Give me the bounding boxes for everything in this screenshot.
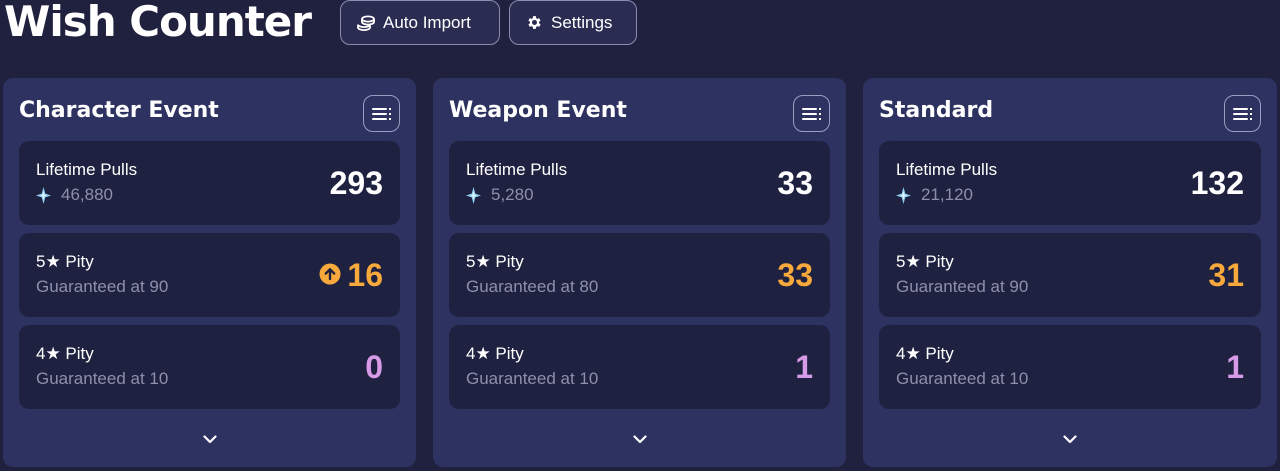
expand-button[interactable] [1058, 427, 1082, 451]
banner-menu-button[interactable] [793, 95, 830, 132]
expand-button[interactable] [628, 427, 652, 451]
expand-button[interactable] [198, 427, 222, 451]
chevron-down-icon [632, 434, 647, 443]
list-menu-icon [1233, 107, 1252, 120]
five-star-guarantee: Guaranteed at 80 [466, 277, 598, 297]
banner-panel-standard: Standard Lifetime Pulls 21,120 132 5★ Pi… [863, 78, 1277, 467]
header: Wish Counter Auto Import Settings [0, 0, 1280, 48]
auto-import-button[interactable]: Auto Import [340, 0, 500, 45]
four-star-pity-card: 4★ Pity Guaranteed at 10 1 [879, 325, 1261, 409]
five-star-pity-label: 5★ Pity [36, 252, 94, 271]
four-star-pity-label: 4★ Pity [896, 344, 954, 363]
five-star-guarantee: Guaranteed at 90 [36, 277, 168, 297]
panel-title: Character Event [19, 98, 219, 123]
primogem-total: 46,880 [36, 185, 113, 205]
primogem-total: 5,280 [466, 185, 534, 205]
primogem-sparkle-icon [466, 186, 481, 204]
chevron-down-icon [1063, 434, 1077, 443]
banner-panel-character-event: Character Event Lifetime Pulls 46,880 29… [3, 78, 416, 467]
primogem-sparkle-icon [36, 186, 51, 204]
five-star-pity-value: 16 [347, 257, 383, 293]
four-star-guarantee-text: Guaranteed at 10 [466, 369, 599, 388]
panel-title: Standard [879, 98, 994, 123]
gear-icon [528, 16, 541, 29]
four-star-guarantee: Guaranteed at 10 [466, 369, 598, 389]
arrow-up-circle-icon[interactable] [319, 263, 341, 285]
primogem-sparkle-icon [896, 186, 911, 204]
lifetime-pulls-label: Lifetime Pulls [466, 160, 568, 179]
five-star-pity-label: 5★ Pity [466, 252, 524, 271]
five-star-guarantee-text: Guaranteed at 80 [466, 277, 599, 296]
lifetime-pulls-label: Lifetime Pulls [896, 160, 998, 179]
lifetime-pulls-label: Lifetime Pulls [36, 160, 138, 179]
four-star-pity-card: 4★ Pity Guaranteed at 10 1 [449, 325, 830, 409]
four-star-guarantee-text: Guaranteed at 10 [896, 369, 1029, 388]
list-menu-icon [372, 107, 391, 120]
list-menu-icon [802, 107, 821, 120]
settings-label: Settings [551, 12, 613, 32]
primogem-amount: 5,280 [491, 185, 534, 204]
four-star-guarantee: Guaranteed at 10 [36, 369, 168, 389]
five-star-pity-card: 5★ Pity Guaranteed at 80 33 [449, 233, 830, 317]
four-star-pity-card: 4★ Pity Guaranteed at 10 0 [19, 325, 400, 409]
five-star-pity-value: 31 [1208, 257, 1244, 293]
four-star-pity-value: 1 [1226, 349, 1244, 385]
settings-button[interactable]: Settings [509, 0, 637, 45]
four-star-pity-value: 0 [365, 349, 383, 385]
five-star-guarantee: Guaranteed at 90 [896, 277, 1028, 297]
five-star-guarantee-text: Guaranteed at 90 [36, 277, 169, 296]
lifetime-pulls-value: 33 [777, 165, 813, 201]
auto-import-label: Auto Import [383, 12, 471, 32]
four-star-guarantee-text: Guaranteed at 10 [36, 369, 169, 388]
wish-counter-page: Wish Counter Auto Import Settings Charac… [0, 0, 1280, 471]
five-star-pity-card: 5★ Pity Guaranteed at 90 31 [879, 233, 1261, 317]
primogem-amount: 21,120 [921, 185, 973, 204]
five-star-pity-card: 5★ Pity Guaranteed at 90 16 [19, 233, 400, 317]
five-star-pity-label: 5★ Pity [896, 252, 954, 271]
primogem-total: 21,120 [896, 185, 973, 205]
chevron-down-icon [202, 434, 217, 443]
four-star-guarantee: Guaranteed at 10 [896, 369, 1028, 389]
lifetime-pulls-value: 293 [329, 165, 383, 201]
four-star-pity-value: 1 [795, 349, 813, 385]
banner-menu-button[interactable] [363, 95, 400, 132]
panel-title: Weapon Event [449, 98, 627, 123]
five-star-guarantee-text: Guaranteed at 90 [896, 277, 1029, 296]
coins-stack-icon [357, 15, 375, 31]
banner-menu-button[interactable] [1224, 95, 1261, 132]
app-title: Wish Counter [4, 0, 312, 46]
banner-panel-weapon-event: Weapon Event Lifetime Pulls 5,280 33 5★ … [433, 78, 846, 467]
lifetime-pulls-card: Lifetime Pulls 46,880 293 [19, 141, 400, 225]
four-star-pity-label: 4★ Pity [36, 344, 94, 363]
primogem-amount: 46,880 [61, 185, 113, 204]
lifetime-pulls-card: Lifetime Pulls 5,280 33 [449, 141, 830, 225]
four-star-pity-label: 4★ Pity [466, 344, 524, 363]
lifetime-pulls-value: 132 [1190, 165, 1244, 201]
lifetime-pulls-card: Lifetime Pulls 21,120 132 [879, 141, 1261, 225]
five-star-pity-value: 33 [777, 257, 813, 293]
